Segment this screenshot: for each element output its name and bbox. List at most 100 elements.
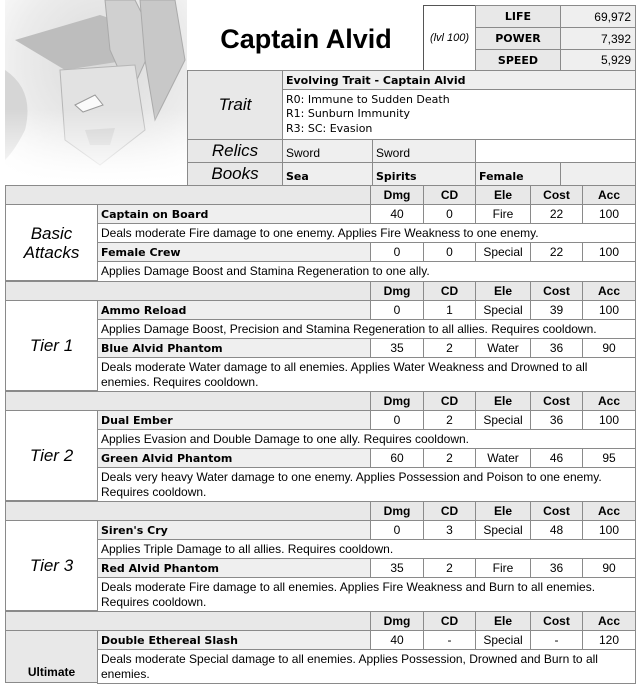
- move-acc: 100: [582, 300, 636, 320]
- move-acc: 100: [582, 520, 636, 540]
- move-cd: -: [423, 630, 476, 650]
- move-dmg: 0: [370, 242, 424, 262]
- move-name: Ammo Reload: [97, 300, 371, 320]
- move-cost: 22: [530, 242, 583, 262]
- move-acc: 95: [582, 448, 636, 468]
- move-dmg: 0: [370, 410, 424, 430]
- column-header-ele: Ele: [475, 281, 531, 301]
- move-dmg: 60: [370, 448, 424, 468]
- move-name: Siren's Cry: [97, 520, 371, 540]
- move-description: Deals very heavy Water damage to one ene…: [97, 467, 636, 502]
- captain-alvid-portrait-icon: [5, 0, 187, 182]
- move-dmg: 35: [370, 558, 424, 578]
- move-cost: 39: [530, 300, 583, 320]
- move-acc: 100: [582, 410, 636, 430]
- character-portrait: [5, 0, 187, 182]
- column-header-acc: Acc: [582, 391, 636, 411]
- move-description: Deals moderate Special damage to all ene…: [97, 649, 636, 684]
- move-cost: 36: [530, 338, 583, 358]
- move-acc: 100: [582, 204, 636, 224]
- column-header-ele: Ele: [475, 501, 531, 521]
- column-header-ele: Ele: [475, 185, 531, 205]
- move-description: Deals moderate Water damage to all enemi…: [97, 357, 636, 392]
- move-description: Applies Evasion and Double Damage to one…: [97, 429, 636, 449]
- move-ele: Special: [475, 242, 531, 262]
- stat-value-power: 7,392: [560, 27, 636, 50]
- section-label-tier-2: Tier 2: [5, 410, 98, 501]
- move-description: Applies Damage Boost and Stamina Regener…: [97, 261, 636, 282]
- move-ele: Special: [475, 630, 531, 650]
- move-cd: 1: [423, 300, 476, 320]
- move-ele: Special: [475, 520, 531, 540]
- book-4: [560, 162, 636, 186]
- move-cd: 0: [423, 242, 476, 262]
- move-acc: 120: [582, 630, 636, 650]
- column-header-cd: CD: [423, 501, 476, 521]
- column-header-acc: Acc: [582, 501, 636, 521]
- move-ele: Fire: [475, 558, 531, 578]
- move-cd: 3: [423, 520, 476, 540]
- column-header-cd: CD: [423, 185, 476, 205]
- move-ele: Water: [475, 448, 531, 468]
- section-label-basic-attacks: Basic Attacks: [5, 204, 98, 281]
- move-dmg: 35: [370, 338, 424, 358]
- move-ele: Water: [475, 338, 531, 358]
- trait-lines: R0: Immune to Sudden Death R1: Sunburn I…: [282, 89, 636, 140]
- stat-value-life: 69,972: [560, 5, 636, 28]
- trait-label: Trait: [187, 70, 283, 140]
- stat-value-speed: 5,929: [560, 49, 636, 71]
- move-dmg: 0: [370, 300, 424, 320]
- stat-label-power: POWER: [475, 27, 561, 50]
- move-name: Blue Alvid Phantom: [97, 338, 371, 358]
- move-dmg: 40: [370, 630, 424, 650]
- column-header-spacer: [5, 281, 371, 301]
- column-header-cd: CD: [423, 391, 476, 411]
- trait-line-r1: R1: Sunburn Immunity: [286, 107, 411, 121]
- move-ele: Special: [475, 410, 531, 430]
- move-cd: 2: [423, 338, 476, 358]
- trait-title: Evolving Trait - Captain Alvid: [282, 70, 636, 90]
- column-header-dmg: Dmg: [370, 281, 424, 301]
- stat-label-life: LIFE: [475, 5, 561, 28]
- move-description: Deals moderate Fire damage to one enemy.…: [97, 223, 636, 243]
- move-acc: 90: [582, 338, 636, 358]
- relic-1: Sword: [282, 139, 373, 163]
- move-name: Captain on Board: [97, 204, 371, 224]
- move-name: Green Alvid Phantom: [97, 448, 371, 468]
- column-header-dmg: Dmg: [370, 501, 424, 521]
- column-header-cost: Cost: [530, 611, 583, 631]
- section-label-line: Attacks: [23, 242, 80, 262]
- stat-label-speed: SPEED: [475, 49, 561, 71]
- character-level: (lvl 100): [423, 5, 476, 71]
- column-header-spacer: [5, 501, 371, 521]
- relic-3: [475, 139, 636, 163]
- column-header-dmg: Dmg: [370, 391, 424, 411]
- section-label-tier-3: Tier 3: [5, 520, 98, 611]
- move-dmg: 40: [370, 204, 424, 224]
- move-cost: 36: [530, 558, 583, 578]
- column-header-cost: Cost: [530, 501, 583, 521]
- move-cd: 2: [423, 410, 476, 430]
- column-header-dmg: Dmg: [370, 611, 424, 631]
- section-label-tier-1: Tier 1: [5, 300, 98, 391]
- move-description: Deals moderate Fire damage to all enemie…: [97, 577, 636, 612]
- column-header-spacer: [5, 391, 371, 411]
- move-cd: 2: [423, 448, 476, 468]
- move-cd: 2: [423, 558, 476, 578]
- move-name: Red Alvid Phantom: [97, 558, 371, 578]
- move-ele: Special: [475, 300, 531, 320]
- trait-line-r0: R0: Immune to Sudden Death: [286, 92, 450, 106]
- relics-label: Relics: [187, 139, 283, 163]
- move-cost: 48: [530, 520, 583, 540]
- book-2: Spirits: [372, 162, 476, 186]
- move-cost: 46: [530, 448, 583, 468]
- move-name: Dual Ember: [97, 410, 371, 430]
- column-header-acc: Acc: [582, 611, 636, 631]
- column-header-cost: Cost: [530, 281, 583, 301]
- book-3: Female: [475, 162, 561, 186]
- column-header-cd: CD: [423, 281, 476, 301]
- move-description: Applies Damage Boost, Precision and Stam…: [97, 319, 636, 339]
- column-header-spacer: [5, 611, 371, 631]
- column-header-ele: Ele: [475, 611, 531, 631]
- column-header-acc: Acc: [582, 281, 636, 301]
